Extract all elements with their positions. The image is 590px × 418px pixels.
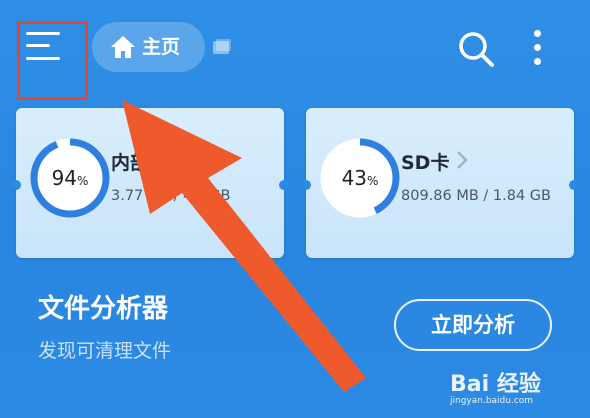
window-tabs-icon[interactable] [212, 38, 232, 56]
analyze-now-button[interactable]: 立即分析 [394, 299, 552, 351]
usage-percent: 94 [51, 166, 78, 190]
analyzer-title: 文件分析器 [38, 294, 169, 324]
storage-card-sd[interactable]: 43% SD卡 809.86 MB / 1.84 GB [301, 108, 579, 258]
storage-name: SD卡 [401, 152, 450, 174]
chevron-right-icon [201, 151, 212, 169]
home-tab[interactable]: 主页 [92, 22, 205, 72]
storage-size: 809.86 MB / 1.84 GB [401, 188, 551, 204]
search-icon[interactable] [456, 29, 496, 69]
storage-name: 内部 [111, 152, 150, 174]
card-notch [301, 180, 311, 190]
analyzer-subtitle: 发现可清理文件 [38, 340, 172, 362]
more-vertical-icon[interactable] [530, 28, 546, 68]
usage-ring: 94% [28, 136, 112, 220]
watermark-text: Bai 经验 [450, 372, 541, 397]
baidu-watermark: Bai 经验 jingyan.baidu.com [450, 364, 585, 414]
home-tab-label: 主页 [142, 36, 181, 58]
storage-size: 3.77 GB / 4.? GB [111, 188, 231, 204]
watermark-url: jingyan.baidu.com [450, 396, 534, 406]
card-notch [11, 180, 21, 190]
chevron-right-icon [457, 151, 468, 169]
top-bar: 主页 [0, 0, 590, 100]
card-notch [569, 180, 579, 190]
usage-ring: 43% [318, 136, 402, 220]
storage-card-internal[interactable]: 94% 内部 3.77 GB / 4.? GB [11, 108, 289, 258]
home-icon [111, 36, 135, 58]
usage-percent: 43 [341, 166, 368, 190]
card-notch [279, 180, 289, 190]
menu-highlight-box [17, 21, 88, 100]
